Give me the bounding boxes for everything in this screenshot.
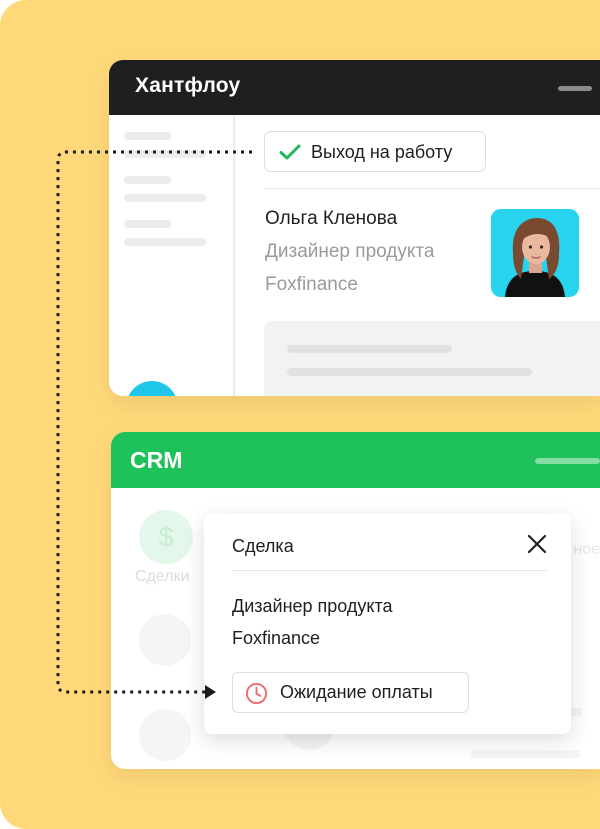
check-icon bbox=[279, 144, 301, 160]
candidate-role: Дизайнер продукта bbox=[265, 241, 435, 262]
clock-icon bbox=[245, 682, 268, 705]
add-button[interactable] bbox=[126, 381, 178, 396]
placeholder-circle bbox=[139, 614, 191, 666]
deal-status-chip[interactable]: Ожидание оплаты bbox=[232, 672, 469, 713]
placeholder-line bbox=[287, 345, 452, 353]
dollar-icon[interactable]: $ bbox=[139, 510, 193, 564]
header-placeholder-bar bbox=[558, 86, 592, 91]
deal-role: Дизайнер продукта bbox=[232, 596, 393, 616]
crm-header: CRM bbox=[111, 432, 600, 488]
placeholder-line bbox=[471, 750, 581, 758]
candidate-avatar bbox=[491, 209, 579, 297]
sidebar-item-deals-label[interactable]: Сделки bbox=[135, 568, 190, 586]
deal-company: Foxfinance bbox=[232, 628, 321, 648]
placeholder-block bbox=[264, 321, 600, 396]
status-chip-label: Выход на работу bbox=[311, 142, 453, 162]
avatar-photo bbox=[491, 209, 579, 297]
divider bbox=[264, 188, 600, 189]
placeholder-line bbox=[287, 368, 532, 376]
status-chip-start-work[interactable]: Выход на работу bbox=[264, 131, 486, 172]
placeholder-circle bbox=[139, 709, 191, 761]
crm-title: CRM bbox=[130, 447, 183, 473]
placeholder-text: ное bbox=[573, 541, 600, 558]
header-placeholder-bar bbox=[535, 458, 600, 464]
sidebar-placeholder-line bbox=[124, 150, 206, 158]
huntflow-sidebar bbox=[109, 115, 235, 396]
candidate-company: Foxfinance bbox=[265, 274, 358, 295]
divider bbox=[232, 570, 547, 571]
close-icon[interactable] bbox=[526, 533, 548, 555]
huntflow-header: Хантфлоу bbox=[109, 60, 600, 115]
sidebar-placeholder-line bbox=[124, 220, 171, 228]
candidate-name: Ольга Кленова bbox=[265, 208, 398, 229]
sidebar-placeholder-line bbox=[124, 194, 206, 202]
deal-popup: Сделка Дизайнер продукта Foxfinance Ожид… bbox=[204, 514, 571, 734]
popup-title: Сделка bbox=[232, 536, 294, 556]
sidebar-placeholder-line bbox=[124, 176, 171, 184]
sidebar-placeholder-line bbox=[124, 132, 171, 140]
sidebar-placeholder-line bbox=[124, 238, 206, 246]
huntflow-title: Хантфлоу bbox=[135, 74, 241, 97]
deal-status-label: Ожидание оплаты bbox=[280, 682, 433, 702]
